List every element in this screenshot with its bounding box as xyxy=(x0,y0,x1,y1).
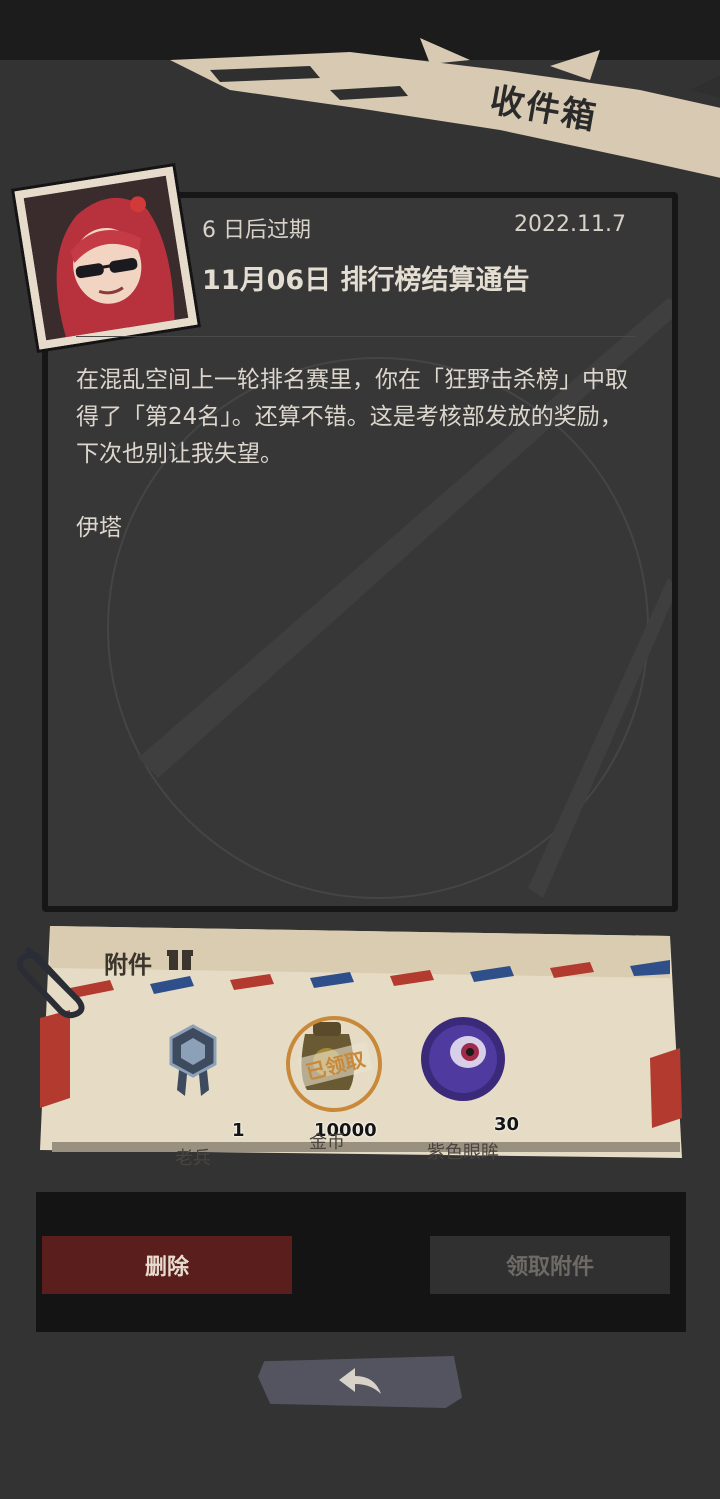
claim-attachments-button[interactable]: 领取附件 xyxy=(430,1236,670,1294)
item-name: 紫色眼眸 xyxy=(427,1142,499,1163)
veteran-badge-icon xyxy=(153,1020,233,1100)
back-arrow-icon xyxy=(339,1368,381,1394)
item-name: 老兵 xyxy=(175,1148,211,1169)
gift-icon xyxy=(166,944,194,972)
delete-button[interactable]: 删除 xyxy=(42,1236,292,1294)
divider xyxy=(76,336,636,337)
mail-title: 11月06日 排行榜结算通告 xyxy=(202,265,530,296)
item-name: 金币 xyxy=(309,1132,345,1153)
attachment-item[interactable]: 1 老兵 xyxy=(128,1020,258,1169)
item-quantity: 1 xyxy=(232,1120,245,1141)
title-banner xyxy=(170,30,720,190)
expire-text: 6 日后过期 xyxy=(202,218,311,243)
mail-date: 2022.11.7 xyxy=(514,212,626,237)
attachment-item[interactable]: 30 紫色眼眸 xyxy=(398,1014,528,1163)
paperclip-icon xyxy=(8,930,98,1020)
back-button[interactable] xyxy=(258,1356,462,1408)
attachment-label: 附件 xyxy=(104,951,152,979)
purple-eye-orb-icon xyxy=(418,1014,508,1104)
sender-avatar xyxy=(14,166,198,350)
mail-body: 在混乱空间上一轮排名赛里，你在「狂野击杀榜」中取得了「第24名」。还算不错。这是… xyxy=(76,367,628,467)
item-quantity: 30 xyxy=(494,1114,520,1135)
mail-signature: 伊塔 xyxy=(76,515,122,541)
